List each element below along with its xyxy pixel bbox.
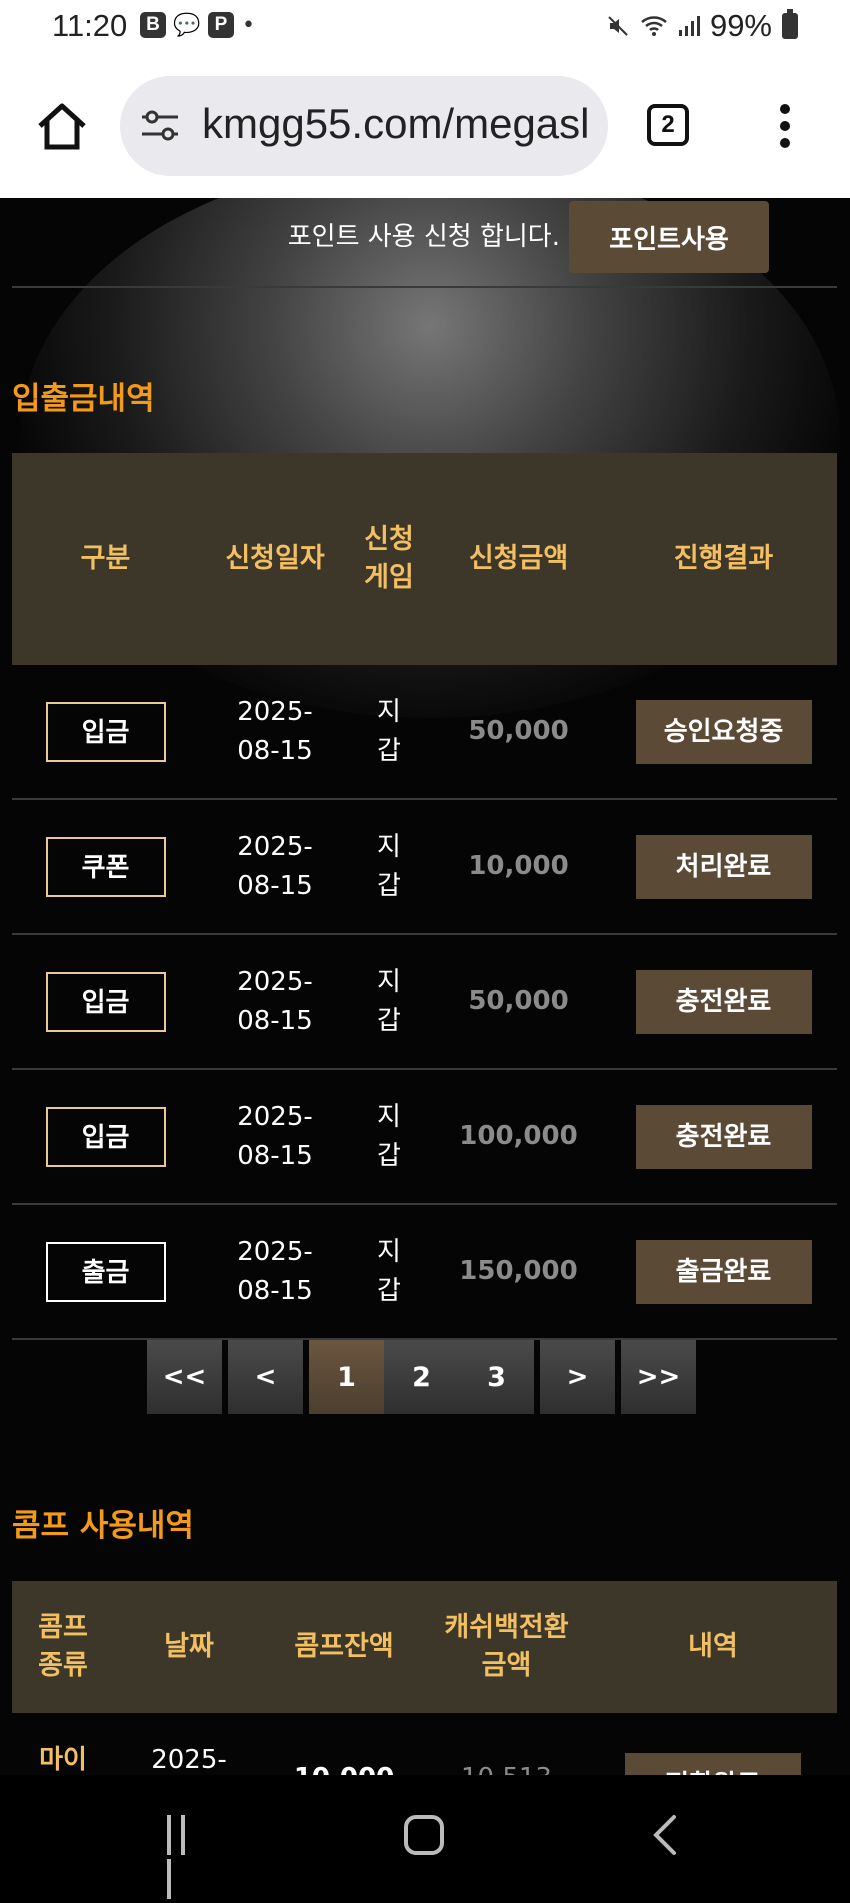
header-game: 신청게임 [351,453,427,665]
header-date: 신청일자 [199,453,351,665]
game-cell: 지갑 [351,934,427,1070]
header-date: 날짜 [114,1581,264,1713]
page-numbers: 1 2 3 [309,1340,534,1414]
date-cell: 2025- [151,1745,227,1775]
first-page-button[interactable]: << [147,1340,222,1414]
system-nav-bar [0,1775,850,1899]
back-icon[interactable] [650,1813,680,1857]
signal-icon [678,16,700,36]
table-row: 입금 2025-08-15 지갑 100,000 충전완료 [12,1069,837,1205]
recent-apps-icon[interactable] [167,1815,207,1899]
type-badge: 쿠폰 [45,836,166,897]
b-app-icon: B [140,12,166,38]
game-cell: 지갑 [351,1069,427,1205]
amount-cell: 10,000 [427,799,610,935]
header-amount: 신청금액 [427,453,610,665]
date-cell: 2025-08-15 [199,799,351,935]
status-button[interactable]: 전환완료 [625,1753,801,1775]
page-2-button[interactable]: 2 [384,1340,459,1414]
page-content: 포인트 사용 신청 합니다. 포인트사용 입출금내역 구분 신청일자 신청게임 … [0,198,850,1775]
wifi-icon [641,16,667,36]
type-badge: 입금 [45,971,166,1032]
transactions-table: 구분 신청일자 신청게임 신청금액 진행결과 입금 2025-08-15 지갑 … [12,453,837,1340]
header-type: 구분 [12,453,199,665]
game-cell: 지갑 [351,1204,427,1340]
prev-page-button[interactable]: < [228,1340,303,1414]
divider [12,286,837,288]
header-result: 진행결과 [610,453,837,665]
last-page-button[interactable]: >> [621,1340,696,1414]
header-cashback: 캐쉬백전환금액 [424,1581,589,1713]
page-1-button[interactable]: 1 [309,1340,384,1414]
type-badge: 입금 [45,1106,166,1167]
table-row: 마이 2025- 10,000 10,513 전환완료 [12,1713,837,1775]
amount-cell: 100,000 [427,1069,610,1205]
home-icon[interactable] [34,98,90,154]
comp-title: 콤프 사용내역 [12,1508,194,1544]
point-request-row: 포인트 사용 신청 합니다. 포인트사용 [0,198,850,288]
battery-icon [782,9,798,39]
page-3-button[interactable]: 3 [459,1340,534,1414]
tabs-icon[interactable]: 2 [647,104,689,146]
p-app-icon: P [208,12,234,38]
mute-icon [608,16,628,36]
clock: 11:20 [52,8,128,43]
table-header-row: 구분 신청일자 신청게임 신청금액 진행결과 [12,453,837,665]
type-badge: 출금 [45,1241,166,1302]
status-button[interactable]: 승인요청중 [635,699,812,764]
browser-toolbar: kmgg55.com/megasl 2 [0,58,850,199]
table-row: 출금 2025-08-15 지갑 150,000 출금완료 [12,1204,837,1340]
game-cell: 지갑 [351,799,427,935]
status-button[interactable]: 충전완료 [635,969,812,1034]
table-row: 입금 2025-08-15 지갑 50,000 승인요청중 [12,665,837,800]
status-bar: 11:20 B 💬 P • 99% [0,0,850,58]
point-use-button[interactable]: 포인트사용 [569,201,769,273]
amount-cell: 150,000 [427,1204,610,1340]
header-comp-type: 콤프종류 [12,1581,114,1713]
game-cell: 지갑 [351,665,427,800]
status-button[interactable]: 처리완료 [635,834,812,899]
next-page-button[interactable]: > [540,1340,615,1414]
url-text: kmgg55.com/megasl [202,100,590,147]
header-detail: 내역 [589,1581,837,1713]
amount-cell: 50,000 [427,665,610,800]
status-button[interactable]: 출금완료 [635,1239,812,1304]
home-nav-icon[interactable] [404,1815,444,1855]
transactions-title: 입출금내역 [12,381,155,417]
date-cell: 2025-08-15 [199,1069,351,1205]
point-request-text: 포인트 사용 신청 합니다. [287,222,560,252]
balance-cell: 10,000 [264,1713,424,1775]
tune-icon[interactable] [140,108,180,144]
cashback-cell: 10,513 [424,1713,589,1775]
table-row: 입금 2025-08-15 지갑 50,000 충전완료 [12,934,837,1070]
more-notifications-dot: • [242,12,255,38]
system-icons: 99% [606,8,798,44]
notification-icons: B 💬 P • [140,12,255,38]
header-balance: 콤프잔액 [264,1581,424,1713]
address-bar[interactable]: kmgg55.com/megasl [120,76,608,176]
comp-type-cell: 마이 [39,1745,87,1775]
table-row: 쿠폰 2025-08-15 지갑 10,000 처리완료 [12,799,837,935]
status-button[interactable]: 충전완료 [635,1104,812,1169]
chat-icon: 💬 [173,12,201,37]
type-badge: 입금 [45,701,166,762]
date-cell: 2025-08-15 [199,665,351,800]
table-header-row: 콤프종류 날짜 콤프잔액 캐쉬백전환금액 내역 [12,1581,837,1713]
amount-cell: 50,000 [427,934,610,1070]
pagination: << < 1 2 3 > >> [147,1340,696,1414]
date-cell: 2025-08-15 [199,1204,351,1340]
battery-level: 99% [709,8,772,43]
date-cell: 2025-08-15 [199,934,351,1070]
more-vert-icon[interactable] [778,104,792,152]
comp-table: 콤프종류 날짜 콤프잔액 캐쉬백전환금액 내역 마이 2025- 10,000 … [12,1581,837,1775]
